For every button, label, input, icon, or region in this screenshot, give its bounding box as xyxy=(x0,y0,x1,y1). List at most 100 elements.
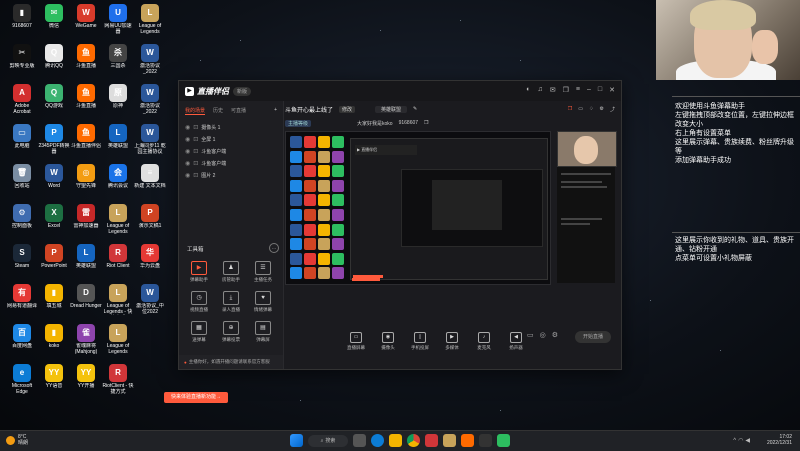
desktop-icon[interactable]: P 2345PDF转换器 xyxy=(38,124,70,155)
tab-available[interactable]: 可直播 xyxy=(231,107,246,115)
eye-icon[interactable]: ◉ xyxy=(185,160,190,167)
toolbox-more-icon[interactable]: … xyxy=(269,243,279,253)
desktop-icon[interactable]: ▮ 填五城 xyxy=(38,284,70,315)
game-app-icon[interactable] xyxy=(425,434,438,447)
eye-icon[interactable]: ◉ xyxy=(185,124,190,131)
control-button[interactable]: ◀ 扬声器 xyxy=(505,332,527,351)
desktop-icon[interactable]: Q 腾讯QQ xyxy=(38,44,70,75)
toolbox-item[interactable]: ☰ 主播任务 xyxy=(249,261,277,283)
desktop-icon[interactable]: 百百度网盘 xyxy=(6,324,38,355)
settings-icon[interactable]: ⚙ xyxy=(600,106,604,113)
record-icon[interactable]: ▭ xyxy=(527,331,534,339)
desktop-icon[interactable]: ⚙ 控制面板 xyxy=(6,204,38,235)
scene-item[interactable]: ◉ ⊡ 斗鱼客户端 xyxy=(179,157,283,169)
desktop-icon[interactable]: 杀三国杀 xyxy=(102,44,134,75)
share-icon[interactable]: ⤴ xyxy=(610,106,615,113)
mail-icon[interactable]: ✉ xyxy=(550,86,556,94)
desktop-icon[interactable]: W 激活协议_2022 xyxy=(134,44,166,75)
desktop-icon[interactable]: ◎ 守望先锋 xyxy=(70,164,102,195)
desktop-icon[interactable]: U 网易UU加速器 xyxy=(102,4,134,35)
edge-icon[interactable] xyxy=(371,434,384,447)
desktop-icon[interactable]: S Steam xyxy=(6,244,38,275)
avatar-icon[interactable]: ◐ xyxy=(526,86,530,94)
edit-title-button[interactable]: 修改 xyxy=(339,105,356,113)
file-explorer-icon[interactable] xyxy=(389,434,402,447)
desktop-icon[interactable] xyxy=(134,324,166,355)
bell-outline-icon[interactable]: ♢ xyxy=(589,106,593,113)
desktop-icon[interactable]: e Microsoft Edge xyxy=(6,364,38,395)
control-button[interactable]: ♪ 麦克风 xyxy=(473,332,495,351)
desktop-icon[interactable]: W 上海同步11 乾园主播协议 xyxy=(134,124,166,155)
category-select[interactable]: 英雄联盟 xyxy=(375,105,408,113)
camera-thumbnail[interactable] xyxy=(557,131,617,167)
desktop-icon[interactable]: 鱼斗鱼直播伴侣 xyxy=(70,124,102,155)
desktop-icon[interactable]: ▮ koko xyxy=(38,324,70,355)
desktop-icon[interactable]: 雷雷神加速器 xyxy=(70,204,102,235)
desktop-icon[interactable]: D Dread Hunger xyxy=(70,284,102,315)
desktop-icon[interactable]: R Riot Client xyxy=(102,244,134,275)
notice-bar[interactable]: ● 主播你好，如遇开播问题请联系官方客服 xyxy=(179,355,283,369)
eye-icon[interactable]: ◉ xyxy=(185,136,190,143)
desktop-icon[interactable]: R RiotClient - 快捷方式 xyxy=(102,364,134,395)
gift-icon[interactable]: ❐ xyxy=(563,86,569,94)
desktop-icon[interactable]: ✉ 微信 xyxy=(38,4,70,35)
eye-icon[interactable]: ◉ xyxy=(185,172,190,179)
desktop-icon[interactable]: P PowerPoint xyxy=(38,244,70,275)
windows-start-icon[interactable] xyxy=(290,434,303,447)
desktop-icon[interactable]: LLeague of Legends - 快捷方式 xyxy=(102,284,134,315)
desktop-icon[interactable]: ▮ 9168607 xyxy=(6,4,38,35)
toolbox-item[interactable]: ▶ 弹幕助手 xyxy=(185,261,213,283)
menu-icon[interactable]: ≡ xyxy=(576,86,580,94)
tab-my-scenes[interactable]: 我的场景 xyxy=(185,107,206,115)
lock-icon[interactable]: ⊡ xyxy=(193,160,198,167)
tab-history[interactable]: 历史 xyxy=(213,107,223,115)
weather-widget[interactable]: 8°C 晴朗 xyxy=(6,434,28,446)
desktop-icon[interactable]: 🗑 回收站 xyxy=(6,164,38,195)
desktop-icon[interactable]: 原原神 xyxy=(102,84,134,115)
minimize-icon[interactable]: – xyxy=(587,86,591,94)
toolbox-item[interactable]: ♥ 情绪弹幕 xyxy=(249,291,277,313)
lock-icon[interactable]: ⊡ xyxy=(193,148,198,155)
chrome-icon[interactable] xyxy=(407,434,420,447)
scene-item[interactable]: ◉ ⊡ 摄像头 1 xyxy=(179,121,283,133)
gear-icon[interactable]: ⚙ xyxy=(552,331,558,339)
edit-icon[interactable]: ✎ xyxy=(413,106,417,112)
scene-item[interactable]: ◉ ⊡ 斗鱼客户端 xyxy=(179,145,283,157)
toolbox-item[interactable]: ⊕ 弹幕投票 xyxy=(217,321,245,343)
desktop-icon[interactable]: 雀雀魂麻将 (Mahjong) xyxy=(70,324,102,355)
new-feature-tip[interactable]: 快来体验直播新功能→ xyxy=(164,392,228,403)
eye-icon[interactable]: ◎ xyxy=(540,331,546,339)
app-taskbar-icon[interactable] xyxy=(479,434,492,447)
g-app-icon[interactable] xyxy=(443,434,456,447)
desktop-icon[interactable]: 有网易有道翻译 xyxy=(6,284,38,315)
system-tray[interactable]: ^◠◀ xyxy=(733,437,752,444)
add-scene-icon[interactable]: + xyxy=(274,107,277,115)
headset-icon[interactable]: ♫ xyxy=(537,86,542,94)
desktop-icon[interactable]: L League of Legends xyxy=(102,324,134,355)
lock-icon[interactable]: ⊡ xyxy=(193,124,198,131)
desktop-icon[interactable]: W Word xyxy=(38,164,70,195)
desktop-icon[interactable]: ✂ 剪映专业版 xyxy=(6,44,38,75)
desktop-icon[interactable]: YY YY开播 xyxy=(70,364,102,395)
chat-taskbar-icon[interactable] xyxy=(497,434,510,447)
share-screen-icon[interactable]: ▭ xyxy=(578,106,583,113)
toolbox-item[interactable]: ▦ 送弹幕 xyxy=(185,321,213,343)
desktop-icon[interactable]: P 演示文稿1 xyxy=(134,204,166,235)
desktop-icon[interactable]: Q QQ游戏 xyxy=(38,84,70,115)
desktop-icon[interactable]: W 激活协议_2022 xyxy=(134,84,166,115)
eye-icon[interactable]: ◉ xyxy=(185,148,190,155)
desktop-icon[interactable]: 鱼斗鱼直播 xyxy=(70,84,102,115)
scene-item[interactable]: ◉ ⊡ 图片 2 xyxy=(179,169,283,181)
volume-icon[interactable]: ◀ xyxy=(745,438,752,444)
stream-preview[interactable]: ▶ 直播伴侣 xyxy=(285,131,551,285)
desktop-icon[interactable]: A Adobe Acrobat xyxy=(6,84,38,115)
control-button[interactable]: ◉ 摄像头 xyxy=(377,332,399,351)
maximize-icon[interactable]: □ xyxy=(598,86,602,94)
close-icon[interactable]: ✕ xyxy=(609,86,615,94)
desktop-icon[interactable]: X Excel xyxy=(38,204,70,235)
start-live-button[interactable]: 开始直播 xyxy=(575,331,611,343)
taskbar-clock[interactable]: 17:02 2022/12/31 xyxy=(767,434,792,446)
desktop-icon[interactable]: L League of Legends xyxy=(134,4,166,35)
control-button[interactable]: ▭ 直播屏幕 xyxy=(345,332,367,351)
desktop-icon[interactable]: W WeGame xyxy=(70,4,102,35)
